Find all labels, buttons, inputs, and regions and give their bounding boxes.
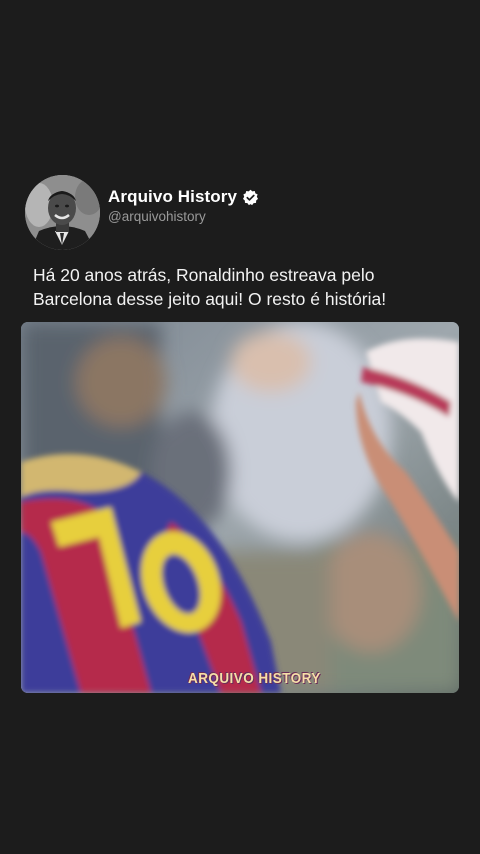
video-frame [21,322,459,693]
post-video[interactable]: ARQUIVO HISTORY [21,322,459,693]
post-identity: Arquivo History @arquivohistory [108,187,259,224]
user-handle[interactable]: @arquivohistory [108,209,259,224]
avatar[interactable] [25,175,100,250]
post-header: Arquivo History @arquivohistory [25,175,259,250]
name-row: Arquivo History [108,187,259,207]
post-text: Há 20 anos atrás, Ronaldinho estreava pe… [33,265,387,309]
display-name[interactable]: Arquivo History [108,187,237,207]
post-screen: Arquivo History @arquivohistory Há 20 an… [0,0,480,854]
avatar-portrait [25,175,100,250]
video-watermark: ARQUIVO HISTORY [188,670,321,687]
verified-badge-icon [242,189,259,206]
